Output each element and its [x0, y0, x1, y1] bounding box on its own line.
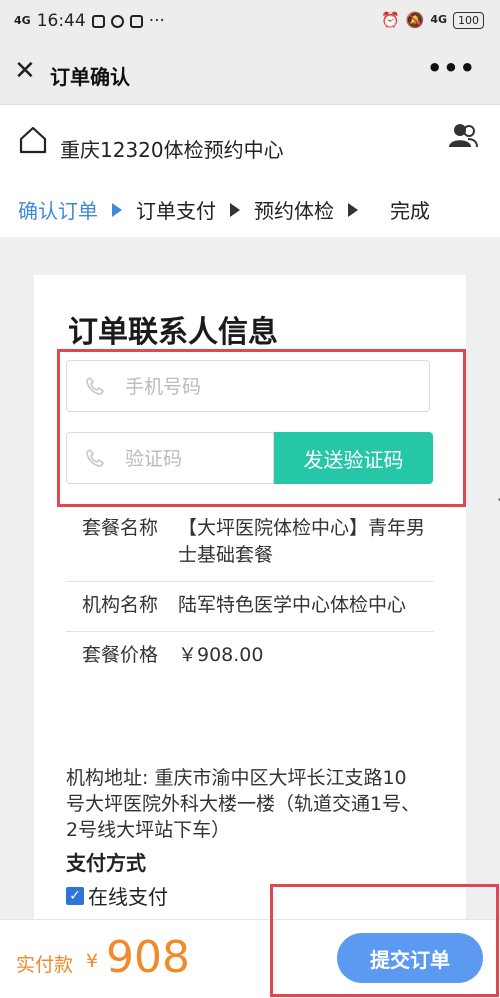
payment-option-label: 在线支付: [88, 885, 168, 909]
page-title: 订单确认: [50, 65, 130, 89]
contact-info-title: 订单联系人信息: [68, 315, 278, 350]
header: 重庆12320体检预约中心 确认订单 订单支付 预约体检 完成: [0, 105, 500, 237]
actual-pay-label: 实付款: [16, 954, 74, 976]
step-arrow-icon: [348, 202, 358, 217]
close-icon[interactable]: ✕: [14, 58, 36, 84]
more-menu-icon[interactable]: •••: [427, 54, 476, 82]
institution-address: 机构地址: 重庆市渝中区大坪长江支路10号大坪医院外科大楼一楼（轨道交通1号、2…: [66, 767, 421, 841]
step-complete: 完成: [390, 199, 430, 223]
step-pay-order: 订单支付: [136, 199, 216, 223]
table-row: 机构名称 陆军特色医学中心体检中心: [66, 581, 434, 632]
home-icon[interactable]: [18, 125, 48, 155]
status-more: ···: [148, 11, 165, 31]
package-name-label: 套餐名称: [66, 505, 178, 582]
mute-icon: 🔕: [405, 11, 425, 29]
institution-name-label: 机构名称: [66, 581, 178, 632]
user-center-icon[interactable]: [448, 121, 478, 151]
message-icon: [129, 14, 143, 28]
package-name-value: 【大坪医院体检中心】青年男士基础套餐: [178, 505, 434, 582]
package-price-label: 套餐价格: [82, 644, 159, 666]
qq-icon: [110, 14, 124, 28]
notification-icon: [91, 14, 105, 28]
step-arrow-icon: [230, 202, 240, 217]
table-row: 套餐价格 ￥908.00: [66, 632, 434, 682]
signal-icon: 4G: [14, 14, 31, 27]
step-arrow-icon: [112, 202, 122, 217]
alarm-icon: ⏰: [380, 11, 400, 29]
status-bar: 4G 16:44 ··· ⏰ 🔕 4G 100: [0, 0, 500, 42]
order-info-table: 套餐名称 【大坪医院体检中心】青年男士基础套餐 机构名称 陆军特色医学中心体检中…: [66, 505, 434, 681]
order-steps: 确认订单 订单支付 预约体检 完成: [18, 195, 430, 224]
network-icon: 4G: [430, 13, 447, 26]
currency-symbol: ¥: [86, 950, 99, 972]
status-time: 16:44: [36, 11, 86, 31]
package-price-value: ￥908.00: [178, 644, 264, 666]
payment-method-title: 支付方式: [66, 851, 146, 875]
nav-bar: ✕ 订单确认 •••: [0, 42, 500, 105]
checkbox-checked-icon[interactable]: ✓: [66, 886, 84, 905]
actual-pay-amount: 908: [106, 932, 190, 983]
table-row: 套餐名称 【大坪医院体检中心】青年男士基础套餐: [66, 505, 434, 582]
highlight-box-submit: [270, 884, 499, 997]
step-book-exam: 预约体检: [254, 199, 334, 223]
payment-option-online[interactable]: ✓ 在线支付: [66, 881, 168, 910]
step-confirm-order: 确认订单: [18, 199, 98, 223]
highlight-box-contact: [57, 349, 466, 507]
org-name: 重庆12320体检预约中心: [60, 138, 284, 162]
institution-name-value: 陆军特色医学中心体检中心: [178, 581, 434, 632]
battery-icon: 100: [453, 11, 484, 29]
